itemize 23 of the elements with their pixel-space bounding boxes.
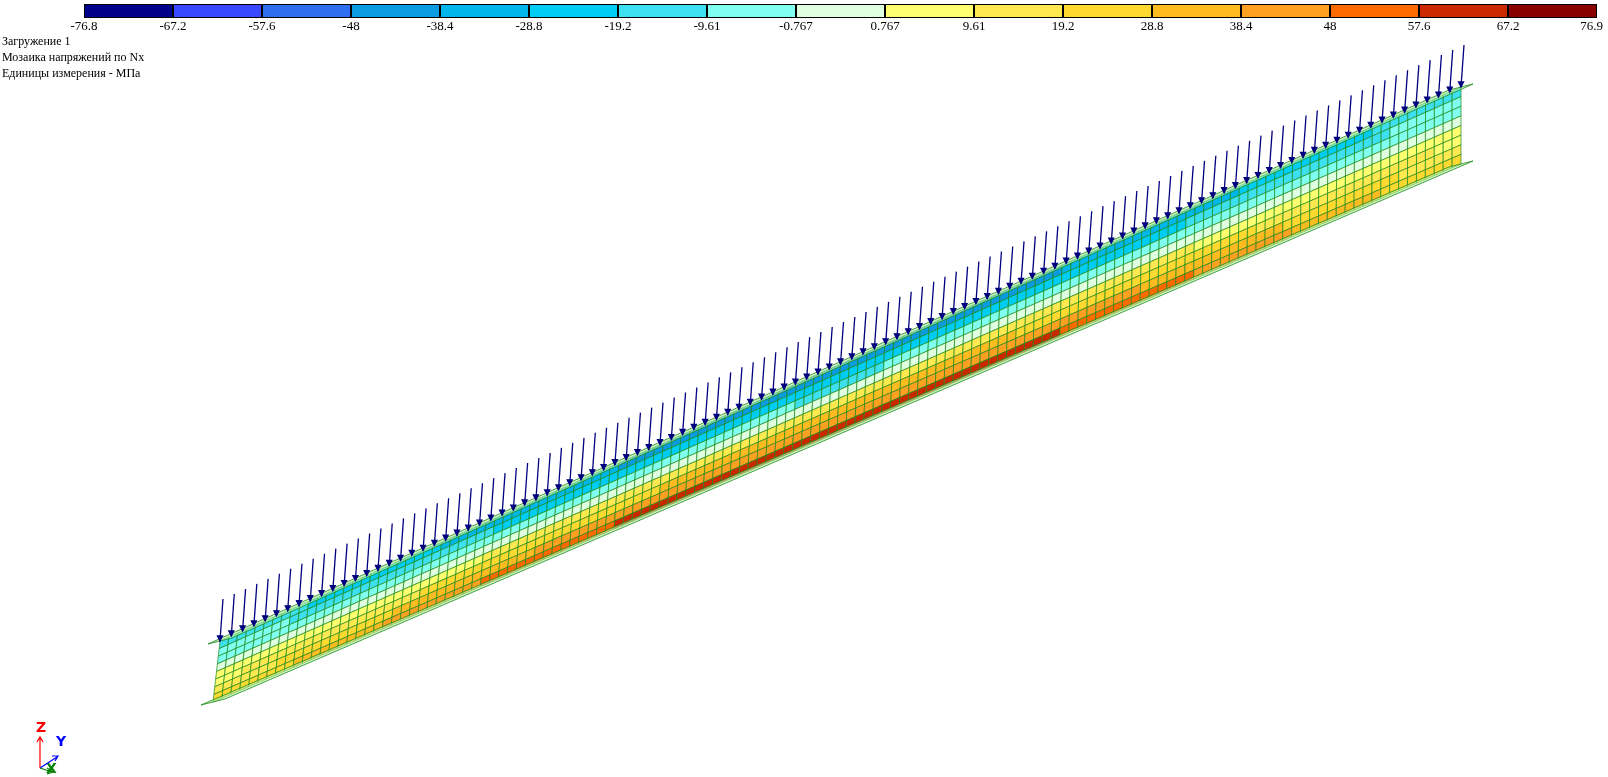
legend-value-label: 67.2: [1496, 18, 1520, 33]
legend-value-label: 38.4: [1229, 18, 1253, 33]
legend-value-label: 76.9: [1580, 18, 1603, 33]
z-axis-label: Z: [36, 719, 47, 735]
legend-value-label: -57.6: [248, 18, 276, 33]
legend-value-label: 19.2: [1051, 18, 1075, 33]
legend-value-label: -67.2: [159, 18, 187, 33]
legend-value-label: -9.61: [693, 18, 721, 33]
legend-value-label: 57.6: [1407, 18, 1431, 33]
legend-value-label: -48: [342, 18, 360, 33]
info-text-line: Единицы измерения - МПа: [2, 65, 141, 81]
y-axis-label: Y: [56, 733, 67, 749]
legend-value-label: -19.2: [604, 18, 632, 33]
legend-value-label: 9.61: [962, 18, 986, 33]
legend-value-label: -0.767: [779, 18, 813, 33]
legend-value-label: 28.8: [1140, 18, 1164, 33]
legend-value-label: 48: [1323, 18, 1337, 33]
legend-value-label: 0.767: [870, 18, 900, 33]
legend-value-label: -28.8: [515, 18, 543, 33]
legend-value-label: -76.8: [70, 18, 98, 33]
info-text-line: Загружение 1: [2, 33, 71, 49]
info-text-line: Мозаика напряжений по Nx: [2, 49, 145, 65]
legend-value-label: -38.4: [426, 18, 454, 33]
